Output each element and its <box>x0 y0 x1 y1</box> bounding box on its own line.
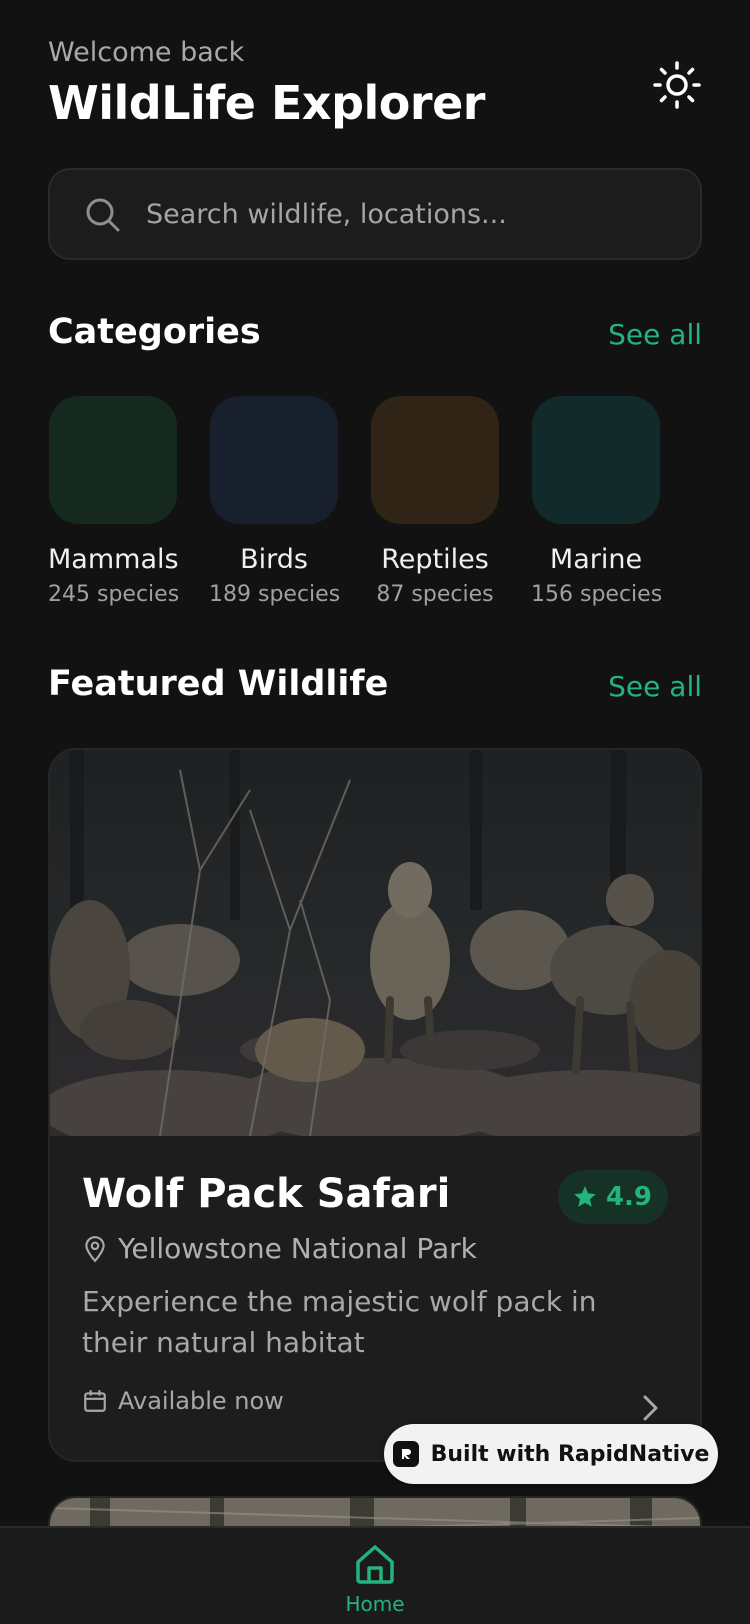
tab-home-label: Home <box>345 1592 405 1616</box>
bottom-tab-bar: Home <box>0 1526 750 1624</box>
card-description: Experience the majestic wolf pack in the… <box>82 1285 597 1359</box>
search-bar[interactable] <box>48 168 702 260</box>
category-tile <box>210 396 338 524</box>
badge-text: Built with RapidNative <box>430 1441 710 1467</box>
theme-toggle-button[interactable] <box>652 60 702 110</box>
category-birds[interactable]: Birds 189 species <box>209 396 341 610</box>
location-text: Yellowstone National Park <box>118 1232 477 1265</box>
home-icon <box>356 1545 394 1584</box>
page-title: WildLife Explorer <box>48 76 485 130</box>
search-input[interactable] <box>146 170 666 258</box>
category-tile <box>532 396 660 524</box>
featured-card[interactable]: Wolf Pack Safari 4.9 Yellowstone Nationa… <box>48 748 702 1462</box>
card-body: Wolf Pack Safari 4.9 Yellowstone Nationa… <box>82 1168 668 1415</box>
category-count: 189 species <box>209 582 341 607</box>
welcome-text: Welcome back <box>48 37 245 68</box>
featured-see-all-link[interactable]: See all <box>608 670 702 703</box>
category-marine[interactable]: Marine 156 species <box>531 396 663 610</box>
tab-home[interactable]: Home <box>335 1542 415 1616</box>
map-pin-icon <box>85 1235 105 1262</box>
category-tile <box>49 396 177 524</box>
availability-text: Available now <box>118 1387 284 1415</box>
category-name: Birds <box>240 544 308 575</box>
category-name: Marine <box>549 544 643 575</box>
category-mammals[interactable]: Mammals 245 species <box>48 396 180 610</box>
categories-title: Categories <box>48 312 261 352</box>
rating-value: 4.9 <box>605 1182 652 1212</box>
availability-row: Available now <box>82 1387 668 1415</box>
category-reptiles[interactable]: Reptiles 87 species <box>370 396 500 610</box>
category-name: Reptiles <box>381 544 489 575</box>
built-with-badge[interactable]: Built with RapidNative <box>384 1424 718 1484</box>
category-count: 245 species <box>48 582 180 607</box>
chevron-right-icon[interactable] <box>638 1394 662 1422</box>
category-count: 87 species <box>376 582 494 607</box>
star-icon <box>574 1186 596 1207</box>
header: Welcome back WildLife Explorer <box>48 36 702 132</box>
calendar-icon <box>84 1390 106 1412</box>
rapidnative-logo-icon <box>392 1441 419 1467</box>
location-row: Yellowstone National Park <box>82 1232 668 1265</box>
rating-badge: 4.9 <box>557 1170 668 1224</box>
category-tile <box>371 396 499 524</box>
categories-see-all-link[interactable]: See all <box>608 318 702 351</box>
search-icon <box>86 198 120 232</box>
category-count: 156 species <box>531 582 663 607</box>
category-name: Mammals <box>48 544 179 575</box>
featured-title: Featured Wildlife <box>48 664 389 704</box>
wolf-pack-photo <box>50 750 700 1136</box>
sun-icon <box>653 61 701 109</box>
